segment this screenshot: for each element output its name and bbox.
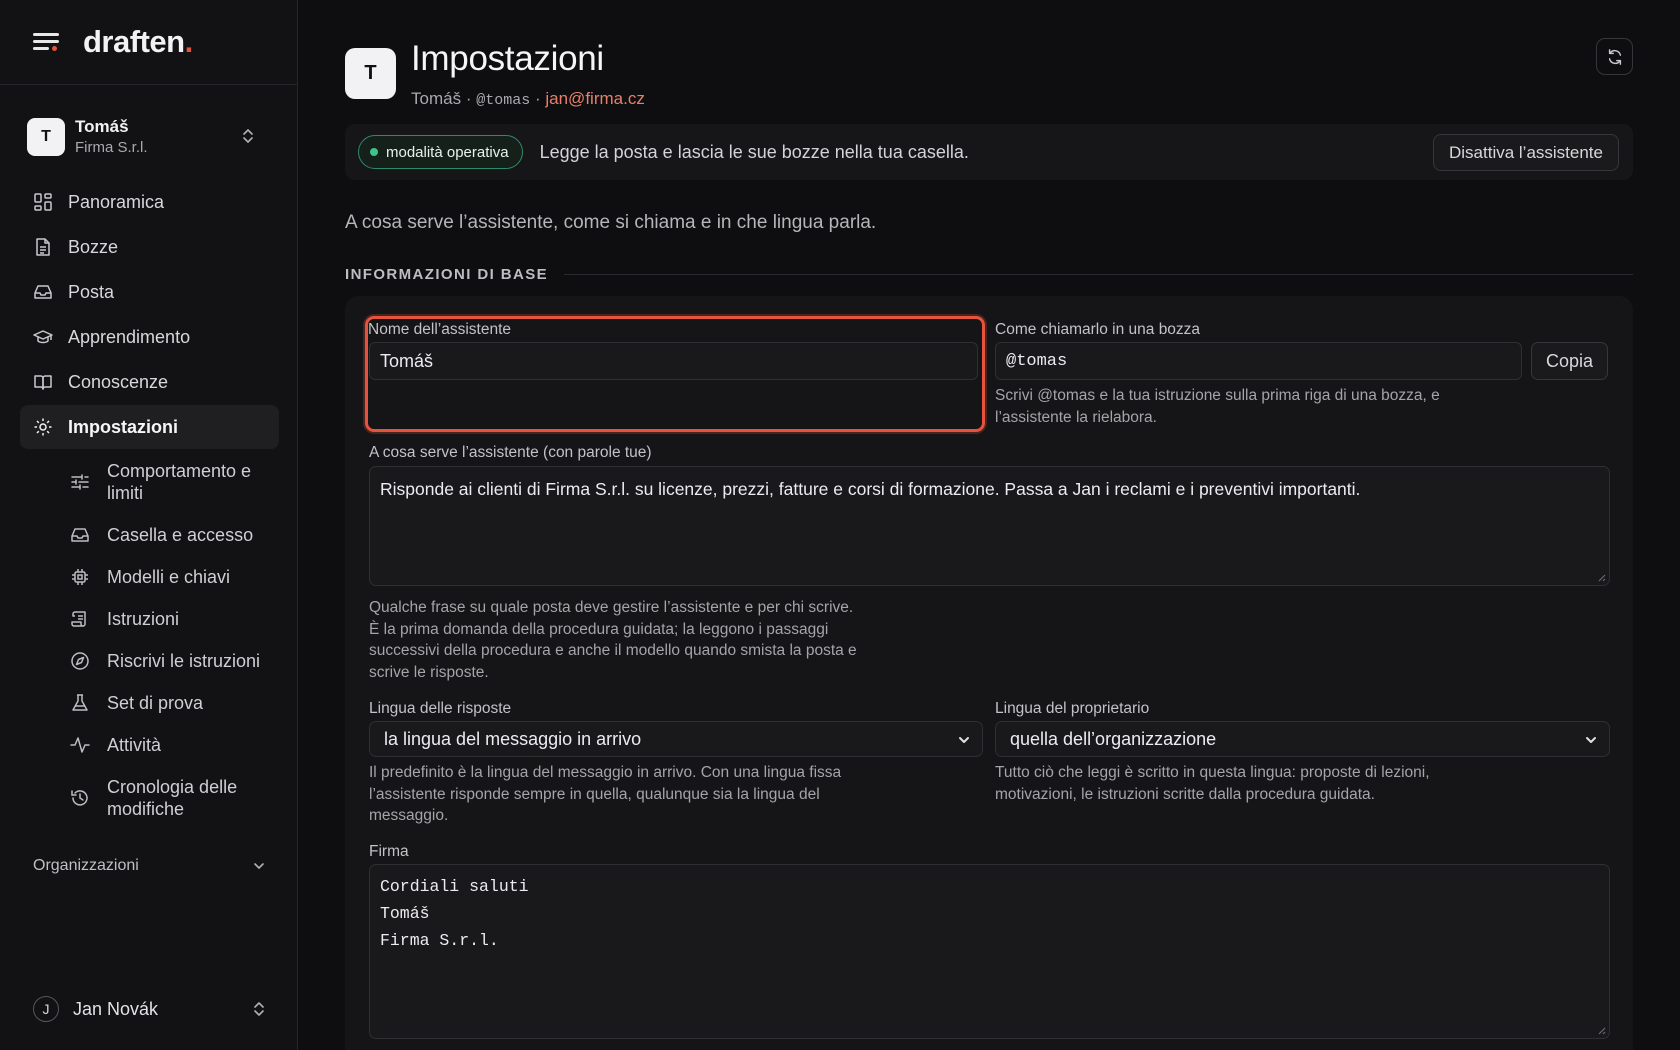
subnav-item-casella[interactable]: Casella e accesso (20, 514, 279, 556)
settings-subnav: Comportamento e limiti Casella e accesso… (20, 450, 279, 830)
section-header: INFORMAZIONI DI BASE (345, 266, 1633, 283)
resize-handle-icon[interactable] (1596, 1025, 1606, 1035)
inbox-icon (34, 285, 52, 299)
nav-item-posta[interactable]: Posta (20, 270, 279, 314)
owner-language-label: Lingua del proprietario (995, 700, 1150, 717)
chevron-down-icon (254, 863, 264, 869)
sliders-icon (71, 474, 89, 490)
logo: draften. (83, 24, 193, 59)
subnav-item-modelli[interactable]: Modelli e chiavi (20, 556, 279, 598)
compass-icon (71, 652, 89, 670)
history-icon (71, 790, 88, 806)
account-name: Tomáš (75, 117, 129, 137)
copy-button[interactable]: Copia (1531, 342, 1609, 380)
organizations-toggle[interactable]: Organizzazioni (33, 857, 265, 875)
page-header: T Impostazioni Tomáš · @tomas · jan@firm… (345, 39, 645, 109)
status-text: Legge la posta e lascia le sue bozze nel… (539, 141, 969, 162)
assistant-avatar: T (345, 48, 396, 99)
reply-language-select[interactable]: la lingua del messaggio in arrivo (369, 721, 983, 757)
brand-bar: draften. (0, 0, 297, 85)
purpose-label: A cosa serve l’assistente (con parole tu… (369, 444, 652, 461)
intro-text: A cosa serve l’assistente, come si chiam… (345, 212, 877, 233)
reply-language-label: Lingua delle risposte (369, 700, 512, 717)
main-content: T Impostazioni Tomáš · @tomas · jan@firm… (298, 0, 1680, 1050)
gear-icon (34, 418, 52, 436)
mention-input[interactable]: @tomas (995, 342, 1522, 380)
dashboard-icon (34, 193, 52, 211)
chevron-down-icon (959, 737, 969, 743)
activity-icon (70, 737, 90, 753)
subnav-item-istruzioni[interactable]: Istruzioni (20, 598, 279, 640)
user-menu[interactable]: J Jan Novák (33, 995, 265, 1023)
section-divider (564, 274, 1633, 275)
subnav-item-comportamento[interactable]: Comportamento e limiti (20, 450, 279, 514)
account-avatar: T (27, 118, 65, 156)
resize-handle-icon[interactable] (1596, 572, 1606, 582)
main-nav: Panoramica Bozze Posta Apprendimento Con… (20, 180, 279, 830)
subnav-item-attivita[interactable]: Attività (20, 724, 279, 766)
basic-info-card: Nome dell’assistente Tomáš Come chiamarl… (345, 296, 1633, 1050)
page-title: Impostazioni (411, 39, 604, 78)
assistant-name-label: Nome dell’assistente (368, 321, 512, 338)
chip-icon (72, 569, 88, 585)
refresh-icon (1608, 48, 1621, 65)
section-title: INFORMAZIONI DI BASE (345, 266, 548, 283)
book-icon (34, 375, 52, 390)
chevron-updown-icon (254, 1002, 264, 1016)
purpose-textarea[interactable]: Risponde ai clienti di Firma S.r.l. su l… (369, 466, 1610, 586)
status-bar: modalità operativa Legge la posta e lasc… (345, 124, 1633, 180)
mention-label: Come chiamarlo in una bozza (995, 321, 1201, 338)
nav-item-apprendimento[interactable]: Apprendimento (20, 315, 279, 359)
sidebar: draften. T Tomáš Firma S.r.l. Panoramica… (0, 0, 298, 1050)
nav-item-impostazioni[interactable]: Impostazioni (20, 405, 279, 449)
inbox-icon (71, 528, 89, 542)
owner-language-select[interactable]: quella dell’organizzazione (995, 721, 1610, 757)
status-dot (370, 148, 378, 156)
reply-language-help: Il predefinito è la lingua del messaggio… (369, 764, 842, 825)
account-switcher[interactable]: T Tomáš Firma S.r.l. (20, 108, 278, 166)
refresh-button[interactable] (1596, 38, 1633, 75)
owner-language-help: Tutto ciò che leggi è scritto in questa … (995, 764, 1430, 803)
scroll-icon (71, 611, 86, 627)
document-icon (36, 238, 50, 256)
menu-icon[interactable] (33, 32, 59, 52)
assistant-email[interactable]: jan@firma.cz (545, 89, 644, 108)
nav-item-bozze[interactable]: Bozze (20, 225, 279, 269)
signature-label: Firma (369, 843, 409, 860)
flask-icon (72, 694, 88, 711)
subnav-item-cronologia[interactable]: Cronologia delle modifiche (20, 766, 279, 830)
status-badge: modalità operativa (358, 135, 523, 169)
user-name: Jan Novák (73, 998, 159, 1019)
assistant-name-input[interactable]: Tomáš (369, 342, 978, 380)
user-avatar: J (33, 996, 59, 1022)
page-subtitle: Tomáš · @tomas · jan@firma.cz (411, 88, 645, 109)
signature-textarea[interactable]: Cordiali saluti Tomáš Firma S.r.l. (369, 864, 1610, 1039)
chevron-down-icon (1586, 737, 1596, 743)
purpose-help: Qualche frase su quale posta deve gestir… (369, 599, 857, 682)
account-org: Firma S.r.l. (75, 139, 148, 157)
subnav-item-set-di-prova[interactable]: Set di prova (20, 682, 279, 724)
subnav-item-riscrivi[interactable]: Riscrivi le istruzioni (20, 640, 279, 682)
nav-item-panoramica[interactable]: Panoramica (20, 180, 279, 224)
mention-help: Scrivi @tomas e la tua istruzione sulla … (995, 387, 1440, 426)
graduation-cap-icon (33, 330, 53, 344)
assistant-handle: @tomas (476, 91, 531, 109)
chevron-updown-icon (243, 129, 253, 143)
deactivate-assistant-button[interactable]: Disattiva l’assistente (1432, 134, 1619, 171)
nav-item-conoscenze[interactable]: Conoscenze (20, 360, 279, 404)
